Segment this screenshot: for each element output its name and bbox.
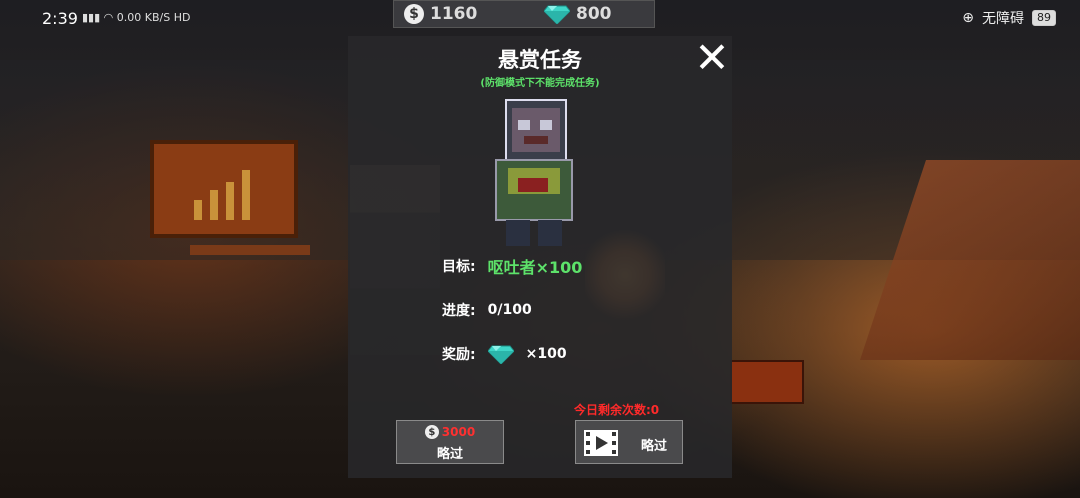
scene-crate [730,360,804,404]
network-speed: 0.00 KB/S HD [116,11,191,24]
scene-chart-board [150,140,298,238]
skip-price: $ 3000 [397,425,503,439]
gem-icon [487,345,514,364]
reward-row: 奖励: ×100 [442,344,567,364]
skip-coin-label: 略过 [436,447,463,462]
reward-label: 奖励: [442,347,476,363]
gem-icon [544,5,570,24]
progress-label: 进度: [442,303,476,319]
target-row: 目标: 呕吐者×100 [442,254,582,278]
target-label: 目标: [442,259,476,275]
progress-value: 0/100 [487,302,532,318]
signal-icon: ▮▮▮ [82,11,101,24]
coin-amount: 1160 [430,4,478,24]
scene-table [190,245,310,255]
status-right: ⊕ 无障碍 89 [962,8,1056,28]
status-time: 2:39 [42,9,78,28]
skip-with-video-button[interactable]: 略过 [575,420,683,464]
remaining-attempts: 今日剩余次数:0 [574,403,660,417]
dialog-subtitle: (防御模式下不能完成任务) [480,78,600,89]
gem-amount: 800 [576,4,612,24]
progress-row: 进度: 0/100 [442,300,532,320]
close-button[interactable]: ✕ [694,37,730,79]
status-network-icons: ▮▮▮ ◠ 0.00 KB/S HD [82,11,190,24]
coin-balance: $ 1160 [404,4,477,24]
accessibility-label: 无障碍 [982,11,1024,27]
dialog-title: 悬赏任务 [498,48,582,72]
gem-balance: 800 [544,4,612,24]
close-icon: ✕ [694,33,730,82]
skip-price-value: 3000 [441,425,476,439]
skip-with-coins-button[interactable]: $ 3000 略过 [396,420,504,464]
coin-icon: $ [424,425,439,439]
battery-indicator: 89 [1032,10,1056,26]
bounty-task-dialog: 悬赏任务 (防御模式下不能完成任务) ✕ 目标: 呕吐者×100 进度: 0/1… [348,36,732,478]
accessibility-icon: ⊕ [962,10,974,26]
skip-video-label: 略过 [640,439,667,454]
reward-value: ×100 [525,346,567,362]
zombie-target-image [495,99,573,246]
target-value: 呕吐者×100 [487,258,583,277]
currency-bar: $ 1160 800 [393,0,655,28]
coin-icon: $ [404,4,424,24]
wifi-icon: ◠ [103,11,114,24]
